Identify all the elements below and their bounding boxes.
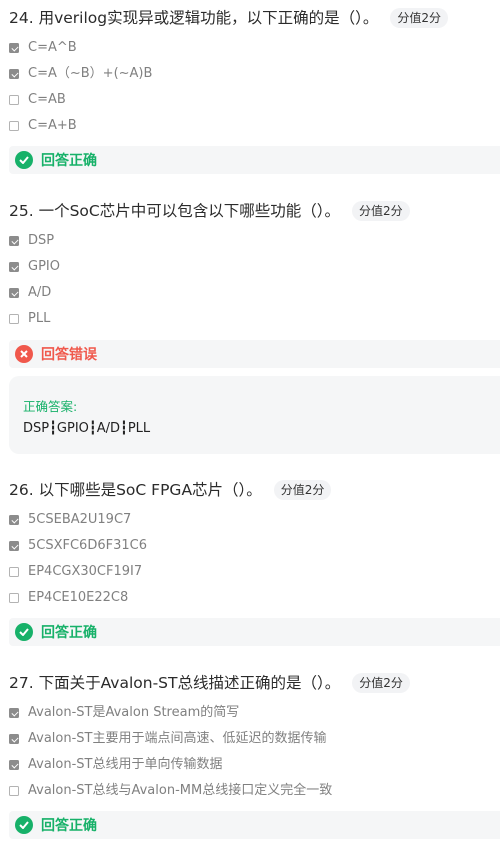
option-label: 5CSEBA2U19C7: [28, 512, 132, 527]
checkbox-icon[interactable]: [9, 734, 19, 744]
question-text: 用verilog实现异或逻辑功能，以下正确的是（）。: [38, 9, 379, 27]
option-item[interactable]: PLL: [9, 309, 50, 329]
option-label: Avalon-ST主要用于端点间高速、低延迟的数据传输: [28, 731, 327, 746]
checkbox-icon[interactable]: [9, 43, 19, 53]
result-text: 回答正确: [41, 818, 97, 834]
checkbox-icon[interactable]: [9, 69, 19, 79]
option-item[interactable]: Avalon-ST是Avalon Stream的简写: [9, 703, 239, 723]
option-label: C=A+B: [28, 118, 77, 133]
x-circle-icon: [15, 345, 33, 363]
option-label: Avalon-ST是Avalon Stream的简写: [28, 705, 240, 720]
result-text: 回答正确: [41, 625, 97, 641]
option-label: DSP: [28, 233, 55, 248]
checkbox-icon[interactable]: [9, 262, 19, 272]
option-label: Avalon-ST总线用于单向传输数据: [28, 757, 223, 772]
option-item[interactable]: 5CSXFC6D6F31C6: [9, 536, 147, 556]
checkbox-icon[interactable]: [9, 95, 19, 105]
question-title: 25. 一个SoC芯片中可以包含以下哪些功能（）。 分值2分: [9, 199, 410, 223]
option-item[interactable]: Avalon-ST主要用于端点间高速、低延迟的数据传输: [9, 729, 326, 749]
question-title: 26. 以下哪些是SoC FPGA芯片（）。 分值2分: [9, 478, 332, 502]
option-label: C=AB: [28, 92, 66, 107]
score-badge: 分值2分: [352, 673, 410, 693]
option-item[interactable]: 5CSEBA2U19C7: [9, 510, 131, 530]
result-bar: 回答错误: [9, 340, 500, 368]
option-item[interactable]: C=A^B: [9, 38, 77, 58]
question-title: 24. 用verilog实现异或逻辑功能，以下正确的是（）。 分值2分: [9, 6, 449, 30]
checkbox-icon[interactable]: [9, 314, 19, 324]
result-bar: 回答正确: [9, 146, 500, 174]
option-item[interactable]: GPIO: [9, 257, 60, 277]
option-label: A/D: [28, 285, 52, 300]
option-label: PLL: [28, 311, 51, 326]
option-item[interactable]: C=A（~B）+(~A)B: [9, 64, 152, 84]
option-item[interactable]: C=A+B: [9, 116, 77, 136]
question-number: 25.: [9, 202, 34, 220]
checkbox-icon[interactable]: [9, 236, 19, 246]
question-number: 24.: [9, 9, 34, 27]
option-label: 5CSXFC6D6F31C6: [28, 538, 147, 553]
result-bar: 回答正确: [9, 811, 500, 839]
option-item[interactable]: Avalon-ST总线与Avalon-MM总线接口定义完全一致: [9, 781, 332, 801]
option-label: C=A（~B）+(~A)B: [28, 66, 153, 81]
checkbox-icon[interactable]: [9, 708, 19, 718]
checkbox-icon[interactable]: [9, 541, 19, 551]
question-number: 27.: [9, 674, 34, 692]
option-item[interactable]: C=AB: [9, 90, 66, 110]
checkbox-icon[interactable]: [9, 515, 19, 525]
option-label: GPIO: [28, 259, 60, 274]
correct-answer-label: 正确答案:: [23, 399, 78, 414]
option-label: EP4CGX30CF19I7: [28, 564, 143, 579]
check-circle-icon: [15, 623, 33, 641]
option-label: EP4CE10E22C8: [28, 590, 129, 605]
checkbox-icon[interactable]: [9, 567, 19, 577]
option-item[interactable]: EP4CGX30CF19I7: [9, 562, 142, 582]
question-text: 以下哪些是SoC FPGA芯片（）。: [38, 481, 262, 499]
checkbox-icon[interactable]: [9, 288, 19, 298]
checkbox-icon[interactable]: [9, 121, 19, 131]
question-text: 一个SoC芯片中可以包含以下哪些功能（）。: [38, 202, 340, 220]
score-badge: 分值2分: [352, 201, 410, 221]
question-text: 下面关于Avalon-ST总线描述正确的是（）。: [38, 674, 341, 692]
result-text: 回答正确: [41, 153, 97, 169]
question-title: 27. 下面关于Avalon-ST总线描述正确的是（）。 分值2分: [9, 671, 410, 695]
result-text: 回答错误: [41, 347, 97, 363]
correct-answer-panel: 正确答案: DSP┇GPIO┇A/D┇PLL: [9, 376, 500, 454]
score-badge: 分值2分: [273, 480, 332, 500]
checkbox-icon[interactable]: [9, 593, 19, 603]
correct-answer-value: DSP┇GPIO┇A/D┇PLL: [23, 421, 151, 436]
option-label: Avalon-ST总线与Avalon-MM总线接口定义完全一致: [28, 783, 333, 798]
result-bar: 回答正确: [9, 618, 500, 646]
check-circle-icon: [15, 816, 33, 834]
check-circle-icon: [15, 151, 33, 169]
option-label: C=A^B: [28, 40, 77, 55]
option-item[interactable]: A/D: [9, 283, 51, 303]
checkbox-icon[interactable]: [9, 760, 19, 770]
question-number: 26.: [9, 481, 34, 499]
score-badge: 分值2分: [390, 8, 449, 28]
option-item[interactable]: Avalon-ST总线用于单向传输数据: [9, 755, 222, 775]
option-item[interactable]: EP4CE10E22C8: [9, 588, 128, 608]
checkbox-icon[interactable]: [9, 786, 19, 796]
option-item[interactable]: DSP: [9, 231, 54, 251]
